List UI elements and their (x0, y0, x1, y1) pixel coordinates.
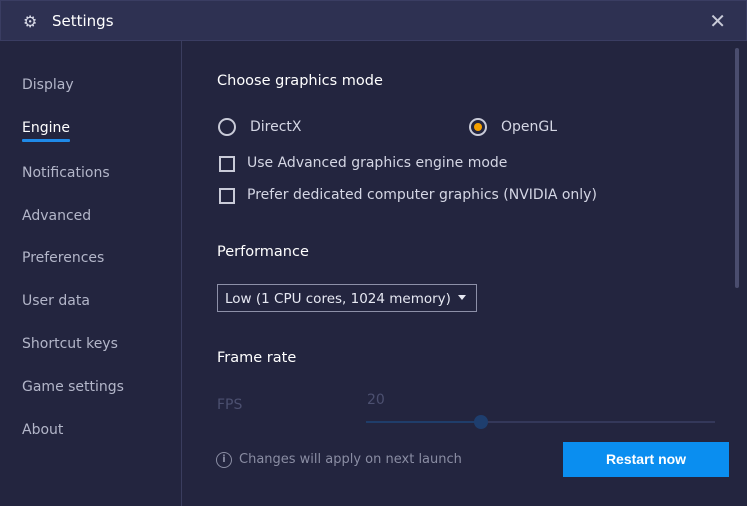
info-icon: i (216, 452, 232, 468)
chevron-down-icon (458, 295, 466, 300)
title-bar: ⚙ Settings ✕ (0, 0, 747, 41)
sidebar-item-advanced[interactable]: Advanced (22, 208, 91, 224)
dedicated-graphics-checkbox[interactable] (219, 188, 235, 204)
fps-value: 20 (367, 392, 385, 408)
directx-radio[interactable] (218, 118, 236, 136)
opengl-radio[interactable] (469, 118, 487, 136)
opengl-label[interactable]: OpenGL (501, 119, 557, 135)
dedicated-graphics-label[interactable]: Prefer dedicated computer graphics (NVID… (247, 187, 597, 203)
gear-icon: ⚙ (23, 12, 38, 31)
sidebar-item-preferences[interactable]: Preferences (22, 250, 104, 266)
graphics-mode-heading: Choose graphics mode (217, 73, 383, 89)
advanced-engine-checkbox[interactable] (219, 156, 235, 172)
sidebar-item-game-settings[interactable]: Game settings (22, 379, 124, 395)
performance-selected-value: Low (1 CPU cores, 1024 memory) (225, 291, 451, 307)
sidebar-item-user-data[interactable]: User data (22, 293, 90, 309)
close-icon[interactable]: ✕ (709, 9, 726, 33)
window-title: Settings (52, 12, 114, 30)
restart-now-button[interactable]: Restart now (563, 442, 729, 477)
restart-note: Changes will apply on next launch (239, 452, 462, 467)
sidebar-item-about[interactable]: About (22, 422, 63, 438)
sidebar-item-notifications[interactable]: Notifications (22, 165, 110, 181)
frame-rate-heading: Frame rate (217, 350, 297, 366)
directx-label[interactable]: DirectX (250, 119, 302, 135)
performance-dropdown[interactable]: Low (1 CPU cores, 1024 memory) (217, 284, 477, 312)
fps-slider-fill (366, 421, 482, 423)
sidebar: Display Engine Notifications Advanced Pr… (0, 41, 182, 506)
fps-slider[interactable] (366, 415, 715, 429)
performance-heading: Performance (217, 244, 309, 260)
fps-label: FPS (217, 397, 243, 413)
advanced-engine-label[interactable]: Use Advanced graphics engine mode (247, 155, 507, 171)
sidebar-item-display[interactable]: Display (22, 77, 74, 93)
sidebar-item-shortcut-keys[interactable]: Shortcut keys (22, 336, 118, 352)
scrollbar[interactable] (735, 48, 739, 288)
fps-slider-thumb[interactable] (474, 415, 489, 429)
sidebar-item-engine[interactable]: Engine (22, 120, 70, 142)
